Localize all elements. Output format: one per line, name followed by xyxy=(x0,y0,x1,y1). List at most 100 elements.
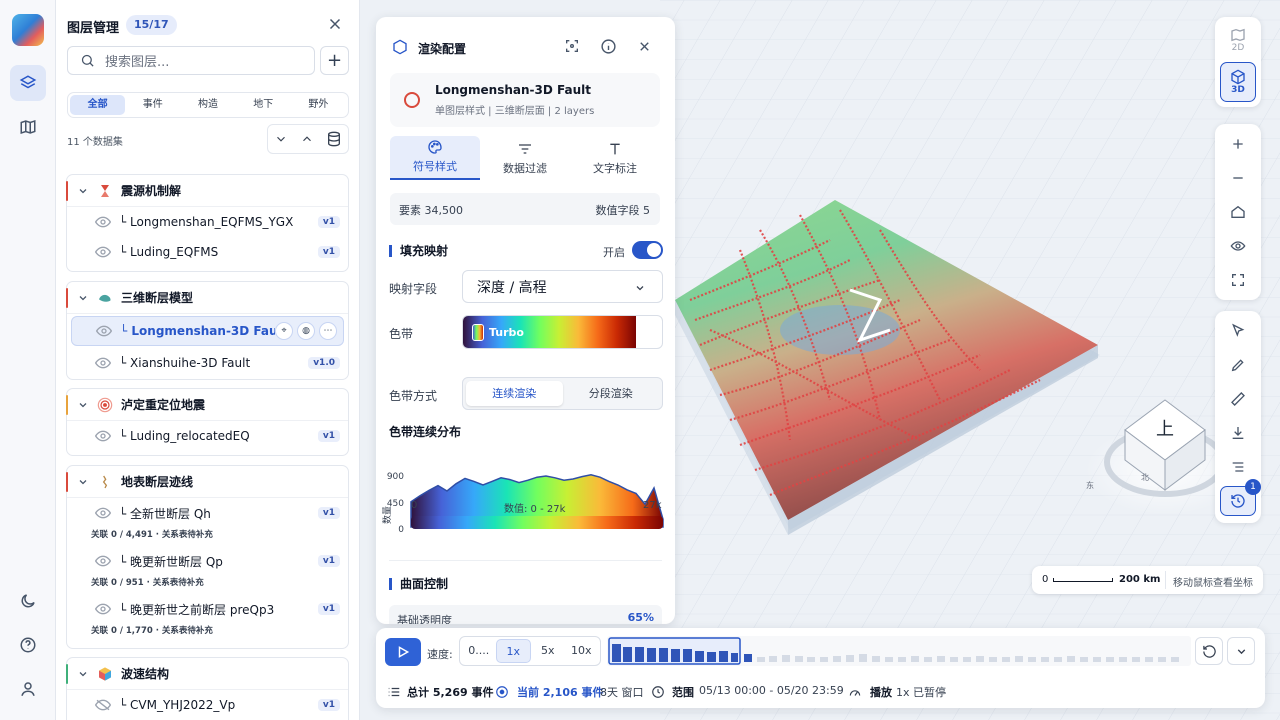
chevron-down-icon[interactable] xyxy=(274,132,288,146)
home-icon[interactable] xyxy=(1215,195,1261,229)
eye-icon[interactable] xyxy=(95,430,111,442)
tab-text-label[interactable]: 文字标注 xyxy=(570,136,660,180)
mode-segmented[interactable]: 分段渲染 xyxy=(563,381,660,406)
eye-off-icon[interactable] xyxy=(95,699,111,711)
tab-data-filter[interactable]: 数据过滤 xyxy=(480,136,570,180)
layer-item[interactable]: └ 全新世断层 Qh v1 xyxy=(67,498,348,528)
eye-icon[interactable] xyxy=(95,357,111,369)
gauge-icon xyxy=(849,690,861,696)
layer-name: └ Luding_relocatedEQ xyxy=(119,429,250,443)
opacity-row[interactable]: 基础透明度 65% xyxy=(389,605,662,624)
close-icon[interactable] xyxy=(637,39,652,54)
eye-icon[interactable] xyxy=(95,507,111,519)
speed-1x[interactable]: 1x xyxy=(495,639,531,663)
moon-icon[interactable] xyxy=(10,583,46,619)
layer-name: └ 晚更新世之前断层 preQp3 xyxy=(119,602,275,617)
eye-icon[interactable] xyxy=(95,216,111,228)
filter-tabs: 全部 事件 构造 地下 野外 xyxy=(67,92,349,118)
chevron-down-icon xyxy=(1237,648,1245,654)
history-button[interactable]: 1 xyxy=(1220,479,1261,516)
group-header[interactable]: 泸定重定位地震 xyxy=(66,389,348,421)
zoom-out-icon[interactable] xyxy=(1215,161,1261,195)
close-icon[interactable] xyxy=(326,15,344,33)
group-header[interactable]: 波速结构 xyxy=(66,658,348,690)
layer-item[interactable]: └ Xianshuihe-3D Fault v1.0 xyxy=(67,348,348,378)
filter-structure[interactable]: 构造 xyxy=(180,95,235,115)
speed-5x[interactable]: 5x xyxy=(531,639,565,663)
filter-all[interactable]: 全部 xyxy=(70,95,126,115)
chevron-down-icon[interactable] xyxy=(77,292,89,304)
layer-actions: ⌖ ◍ ⋯ xyxy=(275,322,337,340)
layer-item[interactable]: └ Luding_relocatedEQ v1 xyxy=(67,421,348,451)
group-header[interactable]: 三维断层模型 xyxy=(66,282,348,314)
tab-symbol-style[interactable]: 符号样式 xyxy=(390,136,480,180)
speed-10x[interactable]: 10x xyxy=(565,639,599,663)
color-ramp-select[interactable]: Turbo xyxy=(462,315,663,349)
download-icon[interactable] xyxy=(1215,416,1261,450)
mode-2d-button[interactable]: 2D xyxy=(1215,17,1261,62)
search-placeholder: 搜索图层... xyxy=(105,55,170,70)
chevron-down-icon[interactable] xyxy=(77,399,89,411)
layer-item[interactable]: └ Luding_EQFMS v1 xyxy=(67,237,348,267)
search-input[interactable]: 搜索图层... xyxy=(67,46,315,75)
filter-field[interactable]: 野外 xyxy=(291,95,346,115)
user-icon[interactable] xyxy=(10,671,46,707)
layers-icon[interactable] xyxy=(10,65,46,101)
event-histogram[interactable] xyxy=(607,636,1191,666)
layer-item[interactable]: └ CVM_YHJ2022_Vp v1 xyxy=(67,690,348,720)
help-icon[interactable] xyxy=(10,627,46,663)
view-eye-icon[interactable] xyxy=(1215,229,1261,263)
group-color-bar xyxy=(66,472,68,492)
reset-button[interactable] xyxy=(1195,637,1223,665)
eye-icon[interactable] xyxy=(95,246,111,258)
fullscreen-icon[interactable] xyxy=(1215,263,1261,297)
database-icon[interactable] xyxy=(326,131,342,147)
layer-item-selected[interactable]: └ Longmenshan-3D Fault ⌖ ◍ ⋯ xyxy=(71,316,344,346)
chevron-down-icon[interactable] xyxy=(77,668,89,680)
cube-icon xyxy=(1231,69,1245,85)
chevron-down-icon[interactable] xyxy=(77,476,89,488)
layer-item[interactable]: └ Longmenshan_EQFMS_YGX v1 xyxy=(67,207,348,237)
history-icon xyxy=(1231,494,1245,508)
compass-east: 东 xyxy=(1086,480,1094,490)
chevron-up-icon[interactable] xyxy=(300,132,314,146)
draw-icon[interactable] xyxy=(1215,348,1261,382)
chevron-down-icon[interactable] xyxy=(77,185,89,197)
compass-face-top[interactable]: 上 xyxy=(1156,419,1174,440)
field-select[interactable]: 深度 / 高程 xyxy=(462,270,663,303)
layer-name: └ Longmenshan-3D Fault xyxy=(120,324,275,338)
mode-label: 色带方式 xyxy=(389,389,438,403)
version-badge: v1 xyxy=(317,555,340,567)
palette-icon[interactable]: ◍ xyxy=(297,322,315,340)
group-header[interactable]: 震源机制解 xyxy=(66,175,348,207)
filter-event[interactable]: 事件 xyxy=(125,95,180,115)
mode-continuous[interactable]: 连续渲染 xyxy=(466,381,563,406)
fill-mapping-toggle[interactable] xyxy=(632,241,663,259)
filter-underground[interactable]: 地下 xyxy=(236,95,291,115)
play-button[interactable] xyxy=(385,638,421,666)
pointer-icon[interactable] xyxy=(1215,314,1261,348)
focus-icon[interactable] xyxy=(564,38,580,54)
add-layer-button[interactable]: + xyxy=(320,46,349,75)
map-icon[interactable] xyxy=(10,109,46,145)
speed-custom[interactable]: 0.... xyxy=(462,639,496,663)
zoom-in-icon[interactable] xyxy=(1215,127,1261,161)
more-icon[interactable]: ⋯ xyxy=(319,322,337,340)
toggle-label: 开启 xyxy=(603,246,625,259)
mode-3d-button[interactable]: 3D xyxy=(1220,62,1256,102)
layer-item[interactable]: └ 晚更新世断层 Qp v1 xyxy=(67,546,348,576)
layer-panel: 图层管理 15/17 搜索图层... + 全部 事件 构造 地下 野外 11 个… xyxy=(56,0,360,720)
collapse-button[interactable] xyxy=(1227,637,1255,665)
layer-group: 地表断层迹线 └ 全新世断层 Qh v1 关联 0 / 4,491 · 关系表待… xyxy=(66,465,349,649)
earthquake-icon xyxy=(97,397,113,412)
info-icon[interactable] xyxy=(600,38,617,55)
eye-icon[interactable] xyxy=(95,555,111,567)
group-header[interactable]: 地表断层迹线 xyxy=(66,466,348,498)
chevron-down-icon xyxy=(636,286,644,291)
eye-icon[interactable] xyxy=(95,603,111,615)
mode-2d-label: 2D xyxy=(1231,42,1245,53)
layer-item[interactable]: └ 晚更新世之前断层 preQp3 v1 xyxy=(67,594,348,624)
measure-icon[interactable] xyxy=(1215,382,1261,416)
locate-icon[interactable]: ⌖ xyxy=(275,322,293,340)
eye-icon[interactable] xyxy=(96,325,112,337)
